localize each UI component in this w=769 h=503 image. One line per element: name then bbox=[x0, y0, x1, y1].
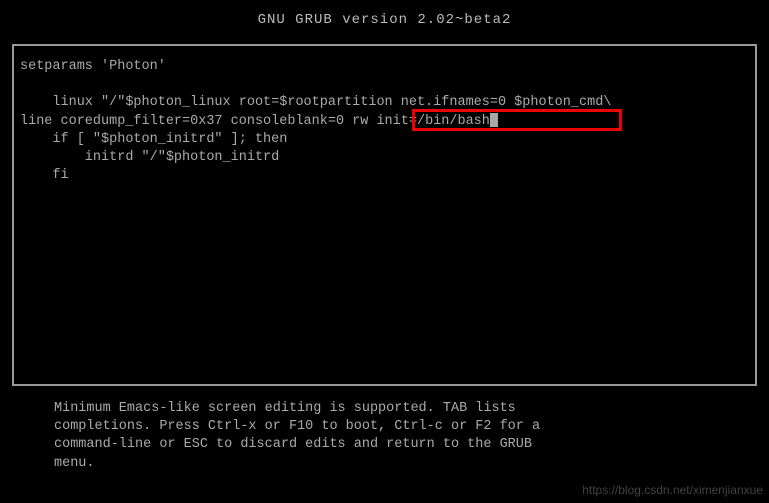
code-line-initrd: initrd "/"$photon_initrd bbox=[20, 150, 279, 165]
grub-help-text: Minimum Emacs-like screen editing is sup… bbox=[54, 400, 715, 473]
boot-entry-code[interactable]: setparams 'Photon' linux "/"$photon_linu… bbox=[20, 58, 749, 186]
code-line-linux: linux "/"$photon_linux root=$rootpartiti… bbox=[20, 95, 611, 110]
code-line-fi: fi bbox=[20, 168, 69, 183]
code-line-cont-pre: line coredump_filter=0x37 consoleblank=0 bbox=[20, 114, 352, 129]
code-line-setparams: setparams 'Photon' bbox=[20, 59, 166, 74]
watermark-text: https://blog.csdn.net/ximenjianxue bbox=[582, 483, 763, 497]
grub-header: GNU GRUB version 2.02~beta2 bbox=[0, 0, 769, 36]
code-line-if: if [ "$photon_initrd" ]; then bbox=[20, 132, 287, 147]
grub-editor[interactable]: setparams 'Photon' linux "/"$photon_linu… bbox=[12, 44, 757, 386]
grub-title: GNU GRUB version 2.02~beta2 bbox=[258, 12, 512, 28]
code-line-cont-highlight: rw init=/bin/bash bbox=[352, 114, 490, 129]
text-cursor bbox=[490, 113, 498, 127]
